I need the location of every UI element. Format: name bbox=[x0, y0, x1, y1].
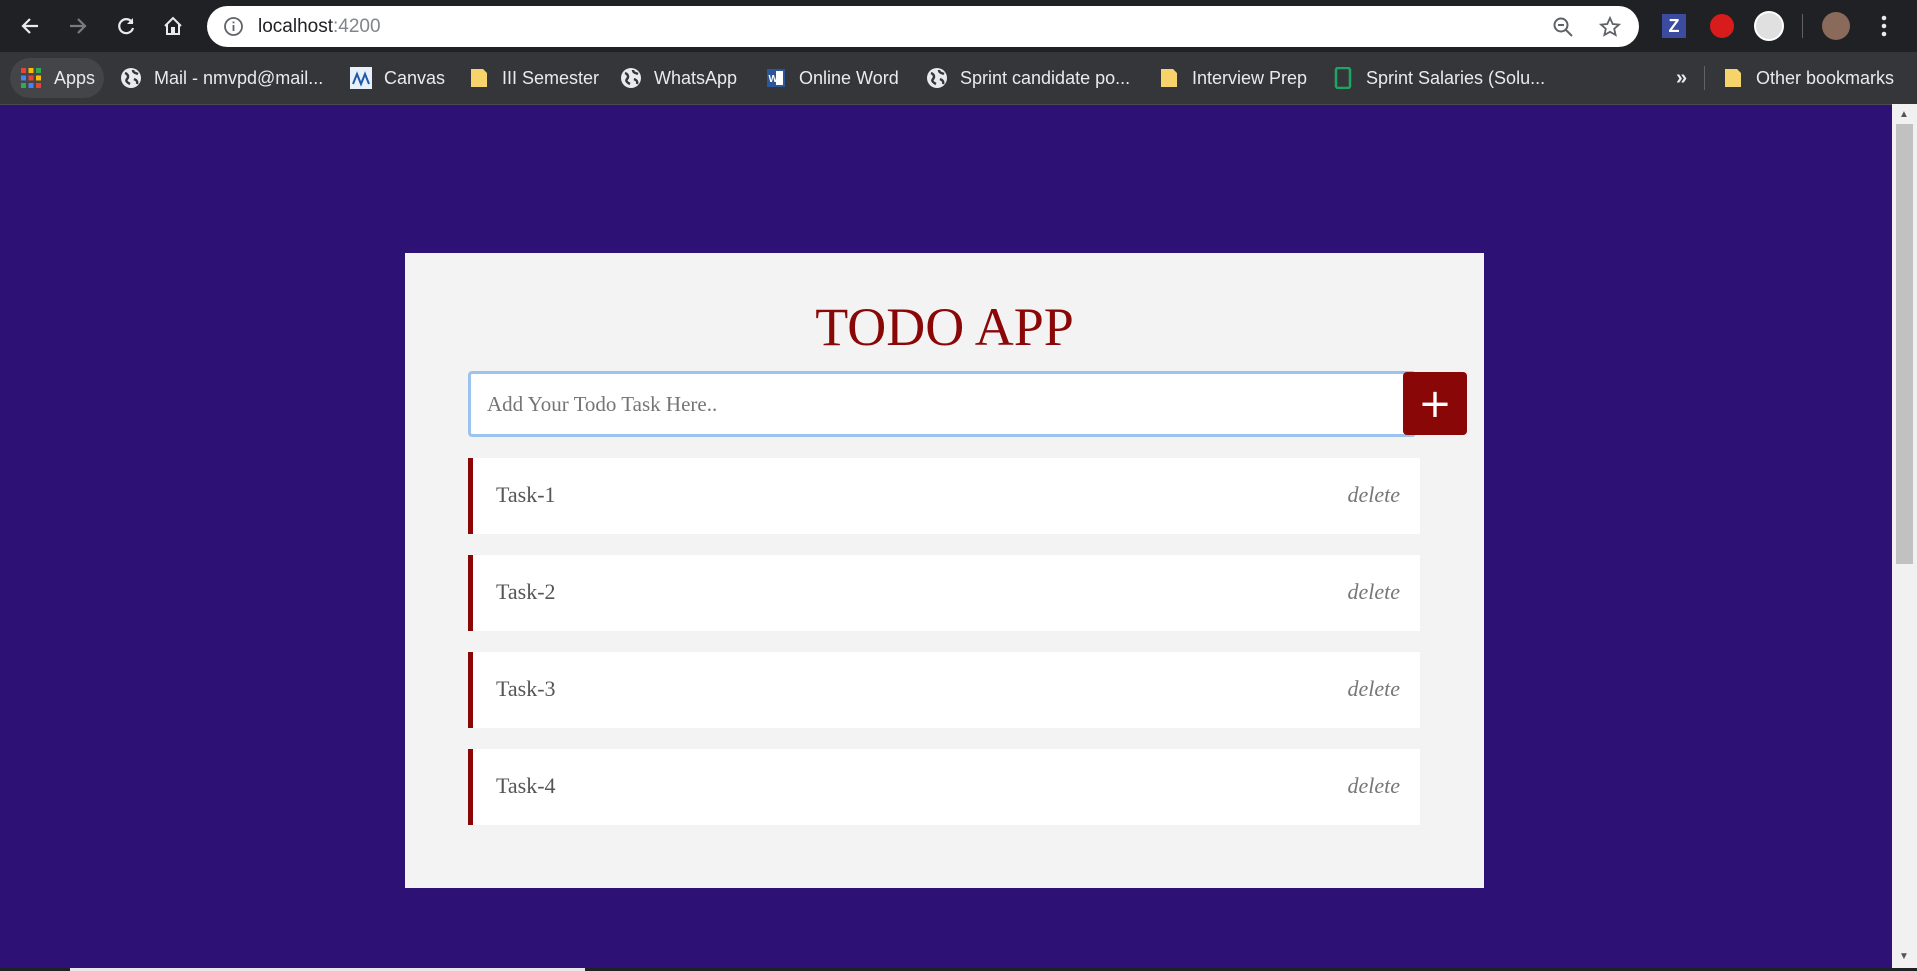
home-button[interactable] bbox=[157, 10, 189, 42]
other-bookmarks-label: Other bookmarks bbox=[1756, 67, 1895, 88]
adblock-extension-icon[interactable] bbox=[1707, 11, 1737, 41]
profile-avatar[interactable] bbox=[1821, 11, 1851, 41]
word-icon: W bbox=[767, 69, 785, 87]
folder-icon bbox=[1161, 69, 1177, 87]
sheets-icon bbox=[1334, 67, 1352, 89]
delete-task-link[interactable]: delete bbox=[1347, 676, 1400, 702]
canvas-icon bbox=[350, 67, 372, 89]
reload-icon bbox=[118, 18, 135, 35]
other-bookmarks[interactable]: Other bookmarks bbox=[1722, 64, 1894, 92]
home-icon bbox=[164, 16, 182, 35]
folder-icon bbox=[1725, 69, 1741, 87]
bookmarks-bar: Apps Mail - nmvpd@mail... Canvas III Sem… bbox=[0, 52, 1917, 105]
url-text: localhost:4200 bbox=[258, 16, 381, 38]
bookmark-label: WhatsApp bbox=[654, 67, 738, 88]
app-title: TODO APP bbox=[815, 297, 1074, 357]
task-label: Task-3 bbox=[496, 676, 556, 701]
svg-text:W: W bbox=[769, 74, 779, 85]
bookmark-label: Sprint candidate po... bbox=[960, 67, 1131, 88]
bookmark-label: Canvas bbox=[384, 67, 446, 88]
todo-input-wrapper[interactable] bbox=[468, 371, 1416, 437]
menu-kebab-icon[interactable] bbox=[1869, 11, 1899, 41]
back-button[interactable] bbox=[14, 10, 46, 42]
bookmarks-overflow-button[interactable]: » bbox=[1676, 64, 1687, 92]
task-item[interactable]: Task-3 delete bbox=[468, 652, 1420, 728]
task-label: Task-2 bbox=[496, 579, 556, 604]
globe-icon bbox=[621, 68, 641, 88]
task-item[interactable]: Task-4 delete bbox=[468, 749, 1420, 825]
delete-task-link[interactable]: delete bbox=[1347, 773, 1400, 799]
bookmark-label: Sprint Salaries (Solu... bbox=[1366, 67, 1546, 88]
todo-card: TODO APP + Task-1 delete Task-2 delete T… bbox=[405, 253, 1484, 888]
scrollbar-thumb[interactable] bbox=[1896, 124, 1913, 564]
forward-button[interactable] bbox=[62, 10, 94, 42]
browser-toolbar: localhost:4200 Z bbox=[0, 0, 1917, 52]
bookmark-label: III Semester bbox=[502, 67, 600, 88]
delete-task-link[interactable]: delete bbox=[1347, 579, 1400, 605]
bookmark-label: Interview Prep bbox=[1192, 67, 1308, 88]
bookmark-label: Apps bbox=[54, 67, 96, 88]
extension-icon[interactable] bbox=[1754, 11, 1784, 41]
bookmark-apps[interactable]: Apps bbox=[20, 64, 95, 92]
bookmark-online-word[interactable]: W Online Word bbox=[765, 64, 899, 92]
task-label: Task-1 bbox=[496, 482, 556, 507]
bookmark-label: Online Word bbox=[799, 67, 899, 88]
bookmark-sprint-candidate[interactable]: Sprint candidate po... bbox=[926, 64, 1130, 92]
bookmark-whatsapp[interactable]: WhatsApp bbox=[620, 64, 737, 92]
globe-icon bbox=[121, 68, 141, 88]
folder-icon bbox=[471, 69, 487, 87]
zotero-extension-icon[interactable]: Z bbox=[1659, 11, 1689, 41]
bookmark-label: Mail - nmvpd@mail... bbox=[154, 67, 324, 88]
todo-input[interactable] bbox=[471, 374, 1413, 434]
zoom-icon[interactable] bbox=[1552, 16, 1574, 38]
add-task-button[interactable]: + bbox=[1403, 372, 1467, 435]
bookmark-canvas[interactable]: Canvas bbox=[350, 64, 445, 92]
info-icon[interactable] bbox=[223, 16, 244, 37]
bookmark-interview-prep[interactable]: Interview Prep bbox=[1158, 64, 1307, 92]
scroll-up-icon[interactable]: ▲ bbox=[1897, 108, 1911, 122]
apps-grid-icon bbox=[21, 68, 41, 88]
back-arrow-icon bbox=[21, 18, 38, 34]
bookmark-star-icon[interactable] bbox=[1599, 16, 1621, 38]
delete-task-link[interactable]: delete bbox=[1347, 482, 1400, 508]
task-item[interactable]: Task-2 delete bbox=[468, 555, 1420, 631]
address-bar[interactable]: localhost:4200 bbox=[207, 6, 1639, 47]
globe-icon bbox=[927, 68, 947, 88]
scroll-down-icon[interactable]: ▼ bbox=[1897, 950, 1911, 964]
url-port: :4200 bbox=[333, 16, 381, 37]
bookmark-sprint-salaries[interactable]: Sprint Salaries (Solu... bbox=[1332, 64, 1545, 92]
url-host: localhost bbox=[258, 16, 333, 37]
reload-button[interactable] bbox=[110, 10, 142, 42]
forward-arrow-icon bbox=[70, 18, 87, 34]
bookmark-mail[interactable]: Mail - nmvpd@mail... bbox=[120, 64, 323, 92]
task-item[interactable]: Task-1 delete bbox=[468, 458, 1420, 534]
task-label: Task-4 bbox=[496, 773, 556, 798]
bookmark-iii-semester[interactable]: III Semester bbox=[468, 64, 599, 92]
